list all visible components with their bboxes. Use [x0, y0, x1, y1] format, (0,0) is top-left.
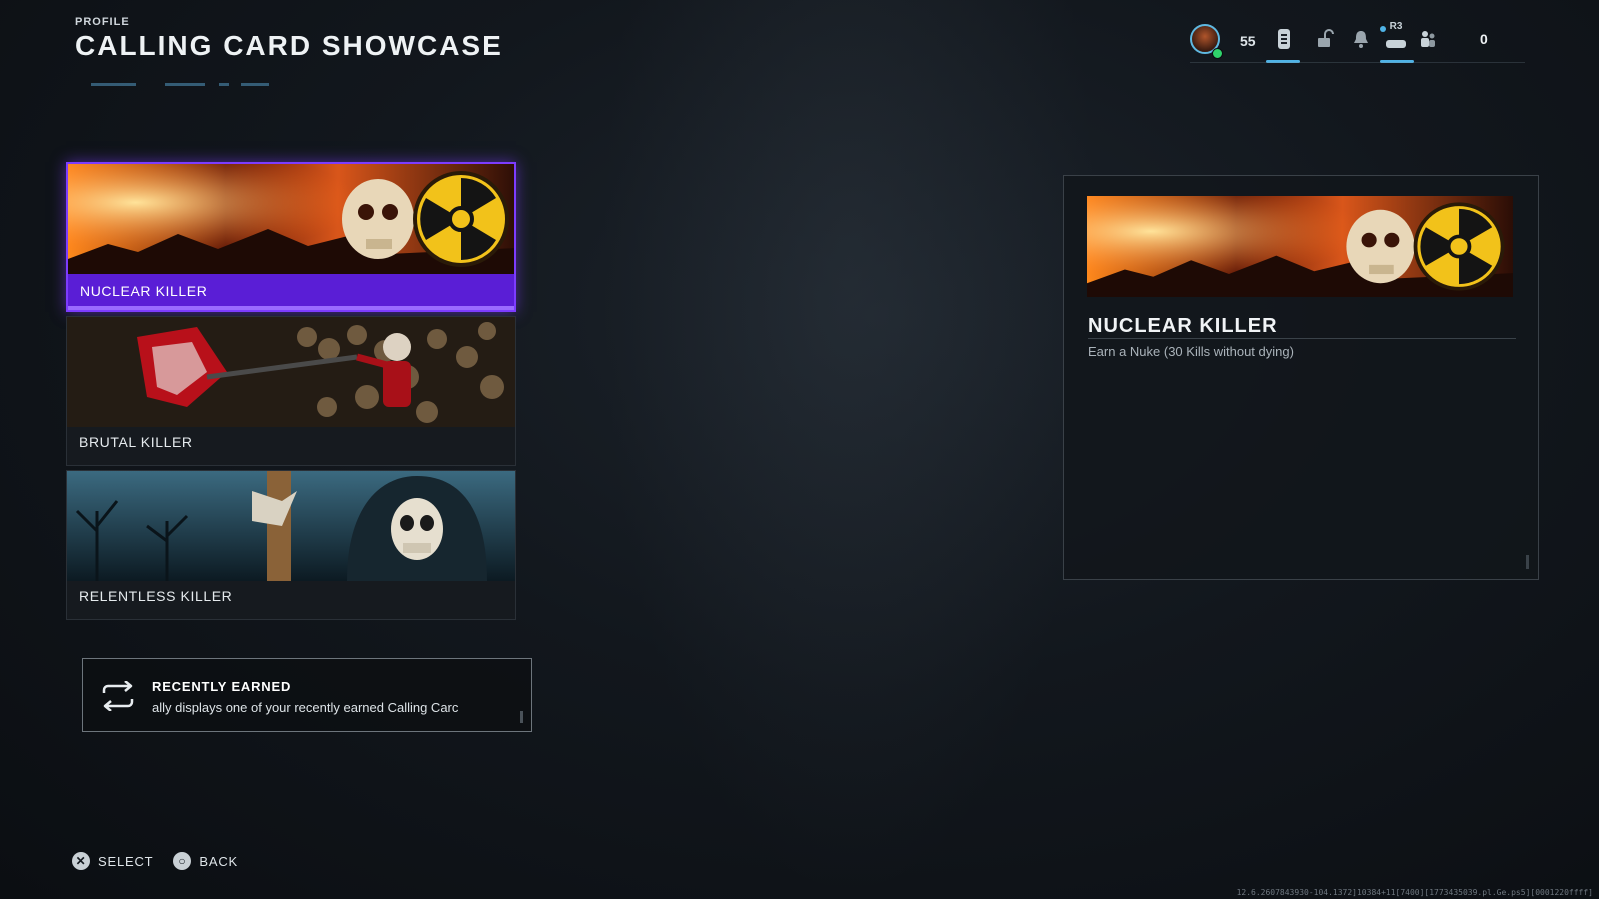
select-prompt[interactable]: ✕ SELECT	[72, 852, 153, 870]
breadcrumb: PROFILE	[75, 16, 130, 28]
recently-earned-description: ally displays one of your recently earne…	[152, 700, 459, 715]
background-haze	[600, 0, 1100, 899]
card-artwork-brutal	[67, 317, 515, 427]
select-label: SELECT	[98, 853, 154, 869]
detail-divider	[1088, 338, 1516, 339]
detail-card-artwork	[1087, 196, 1513, 297]
selection-underline	[68, 306, 514, 310]
card-label: NUCLEAR KILLER	[80, 283, 208, 299]
title-decoration	[91, 83, 351, 87]
detail-description: Earn a Nuke (30 Kills without dying)	[1088, 344, 1294, 359]
currency-count: 0	[1480, 31, 1488, 47]
card-label: BRUTAL KILLER	[79, 434, 193, 450]
card-artwork-nuclear	[68, 164, 514, 274]
page-title: CALLING CARD SHOWCASE	[75, 30, 503, 61]
top-status-bar: 55 R3 0	[1190, 21, 1525, 64]
player-level: 55	[1240, 33, 1256, 49]
back-prompt[interactable]: ○ BACK	[173, 852, 238, 870]
build-string: 12.6.2607843930-104.1372]10384+11[7400][…	[1236, 888, 1593, 897]
card-detail-panel: NUCLEAR KILLER Earn a Nuke (30 Kills wit…	[1063, 175, 1539, 580]
scroll-indicator	[520, 711, 523, 723]
bell-icon[interactable]	[1350, 28, 1372, 50]
detail-title: NUCLEAR KILLER	[1088, 315, 1278, 337]
calling-card-nuclear-killer[interactable]: NUCLEAR KILLER	[66, 162, 516, 312]
recently-earned-title: RECENTLY EARNED	[152, 679, 292, 694]
notification-dot	[1380, 26, 1386, 32]
back-label: BACK	[199, 853, 238, 869]
scroll-indicator	[1526, 555, 1529, 569]
party-icon[interactable]	[1417, 28, 1439, 50]
calling-card-relentless-killer[interactable]: RELENTLESS KILLER	[66, 470, 516, 620]
online-status-dot	[1212, 48, 1223, 59]
card-artwork-relentless	[67, 471, 515, 581]
r3-button-label: R3	[1389, 21, 1403, 32]
unlock-icon[interactable]	[1314, 28, 1336, 50]
controller-icon[interactable]: R3	[1385, 21, 1407, 50]
page-header: PROFILE CALLING CARD SHOWCASE	[75, 16, 503, 86]
cycle-icon	[98, 680, 138, 712]
tablet-icon[interactable]	[1273, 28, 1295, 50]
button-prompts: ✕ SELECT ○ BACK	[72, 852, 238, 870]
topbar-divider	[1190, 62, 1525, 63]
cross-button-icon: ✕	[72, 852, 90, 870]
calling-card-brutal-killer[interactable]: BRUTAL KILLER	[66, 316, 516, 466]
recently-earned-option[interactable]: RECENTLY EARNED ally displays one of you…	[82, 658, 532, 732]
card-label: RELENTLESS KILLER	[79, 588, 233, 604]
circle-button-icon: ○	[173, 852, 192, 870]
